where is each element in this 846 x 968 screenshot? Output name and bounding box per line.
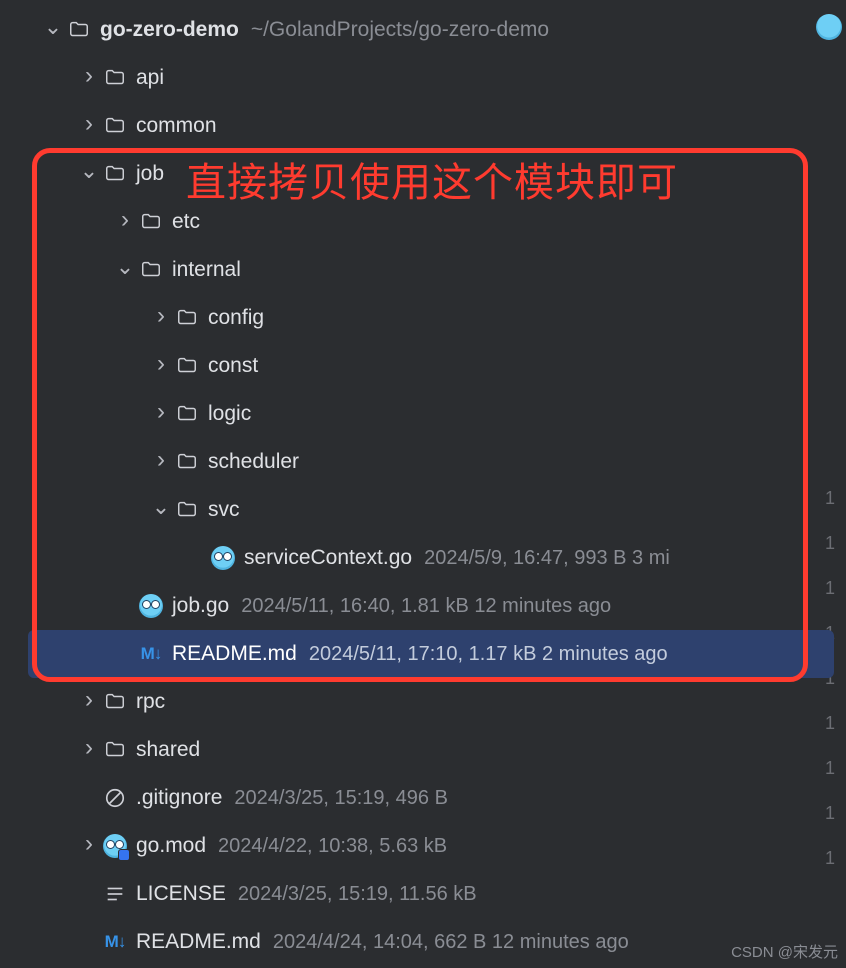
watermark-text: CSDN @宋发元 [731,941,838,962]
chevron-right-icon[interactable]: › [148,398,174,426]
file-meta: 2024/5/11, 17:10, 1.17 kB 2 minutes ago [309,643,668,666]
project-path: ~/GolandProjects/go-zero-demo [251,18,549,42]
chevron-right-icon[interactable]: › [76,830,102,858]
chevron-down-icon[interactable]: ⌄ [40,14,66,40]
folder-icon [138,257,164,283]
folder-icon [102,737,128,763]
tree-item-name: serviceContext.go [244,546,412,570]
folder-icon [102,161,128,187]
tree-item-name: go.mod [136,834,206,858]
tree-row-rpc[interactable]: › rpc [0,678,846,726]
go-file-icon [138,593,164,619]
file-meta: 2024/3/25, 15:19, 11.56 kB [238,883,477,906]
tree-row-gitignore[interactable]: .gitignore 2024/3/25, 15:19, 496 B [0,774,846,822]
tree-row-config[interactable]: › config [0,294,846,342]
tree-item-name: job [136,162,164,186]
tree-row-common[interactable]: › common [0,102,846,150]
chevron-right-icon[interactable]: › [148,350,174,378]
tree-item-name: svc [208,498,240,522]
chevron-right-icon[interactable]: › [76,686,102,714]
folder-icon [102,113,128,139]
tree-row-job[interactable]: ⌄ job [0,150,846,198]
tree-item-name: common [136,114,217,138]
tree-item-name: logic [208,402,251,426]
tree-item-name: etc [172,210,200,234]
chevron-right-icon[interactable]: › [148,302,174,330]
tree-row-shared[interactable]: › shared [0,726,846,774]
folder-icon [66,17,92,43]
tree-row-internal[interactable]: ⌄ internal [0,246,846,294]
folder-icon [102,689,128,715]
folder-icon [138,209,164,235]
tree-row-readme2[interactable]: M↓ README.md 2024/4/24, 14:04, 662 B 12 mi… [0,918,846,966]
chevron-down-icon[interactable]: ⌄ [148,494,174,520]
tree-item-name: scheduler [208,450,299,474]
chevron-down-icon[interactable]: ⌄ [76,158,102,184]
folder-icon [174,305,200,331]
tree-row-root[interactable]: ⌄ go-zero-demo ~/GolandProjects/go-zero-de… [0,6,846,54]
gopher-glyph-sidebar [816,14,842,40]
go-mod-icon [102,833,128,859]
chevron-right-icon[interactable]: › [76,734,102,762]
tree-row-api[interactable]: › api [0,54,846,102]
tree-row-readme1[interactable]: M↓ README.md 2024/5/11, 17:10, 1.17 kB 2 m… [28,630,834,678]
file-meta: 2024/5/9, 16:47, 993 B 3 mi [424,547,670,570]
tree-item-name: const [208,354,258,378]
tree-row-scheduler[interactable]: › scheduler [0,438,846,486]
tree-item-name: README.md [172,642,297,666]
tree-item-name: shared [136,738,200,762]
tree-row-const[interactable]: › const [0,342,846,390]
tree-item-name: rpc [136,690,165,714]
file-meta: 2024/3/25, 15:19, 496 B [234,787,448,810]
tree-row-license[interactable]: LICENSE 2024/3/25, 15:19, 11.56 kB [0,870,846,918]
tree-item-name: api [136,66,164,90]
text-file-icon [102,881,128,907]
folder-icon [174,497,200,523]
go-file-icon [210,545,236,571]
folder-icon [174,449,200,475]
tree-row-svc[interactable]: ⌄ svc [0,486,846,534]
chevron-right-icon[interactable]: › [112,206,138,234]
chevron-right-icon[interactable]: › [76,62,102,90]
tree-row-logic[interactable]: › logic [0,390,846,438]
file-meta: 2024/4/22, 10:38, 5.63 kB [218,835,447,858]
markdown-icon: M↓ [138,641,164,667]
markdown-icon: M↓ [102,929,128,955]
tree-item-name: LICENSE [136,882,226,906]
folder-icon [174,353,200,379]
tree-row-svcctx[interactable]: serviceContext.go 2024/5/9, 16:47, 993 B … [0,534,846,582]
gitignore-icon [102,785,128,811]
tree-row-gomod[interactable]: › go.mod 2024/4/22, 10:38, 5.63 kB [0,822,846,870]
tree-item-name: go-zero-demo [100,18,239,42]
tree-item-name: config [208,306,264,330]
tree-item-name: job.go [172,594,229,618]
chevron-down-icon[interactable]: ⌄ [112,254,138,280]
project-tree[interactable]: ⌄ go-zero-demo ~/GolandProjects/go-zero-de… [0,0,846,966]
chevron-right-icon[interactable]: › [76,110,102,138]
folder-icon [102,65,128,91]
chevron-right-icon[interactable]: › [148,446,174,474]
tree-row-jobgo[interactable]: job.go 2024/5/11, 16:40, 1.81 kB 12 minut… [0,582,846,630]
tree-item-name: internal [172,258,241,282]
tree-item-name: .gitignore [136,786,222,810]
tree-item-name: README.md [136,930,261,954]
file-meta: 2024/4/24, 14:04, 662 B 12 minutes ago [273,931,629,954]
folder-icon [174,401,200,427]
file-meta: 2024/5/11, 16:40, 1.81 kB 12 minutes ago [241,595,611,618]
tree-row-etc[interactable]: › etc [0,198,846,246]
